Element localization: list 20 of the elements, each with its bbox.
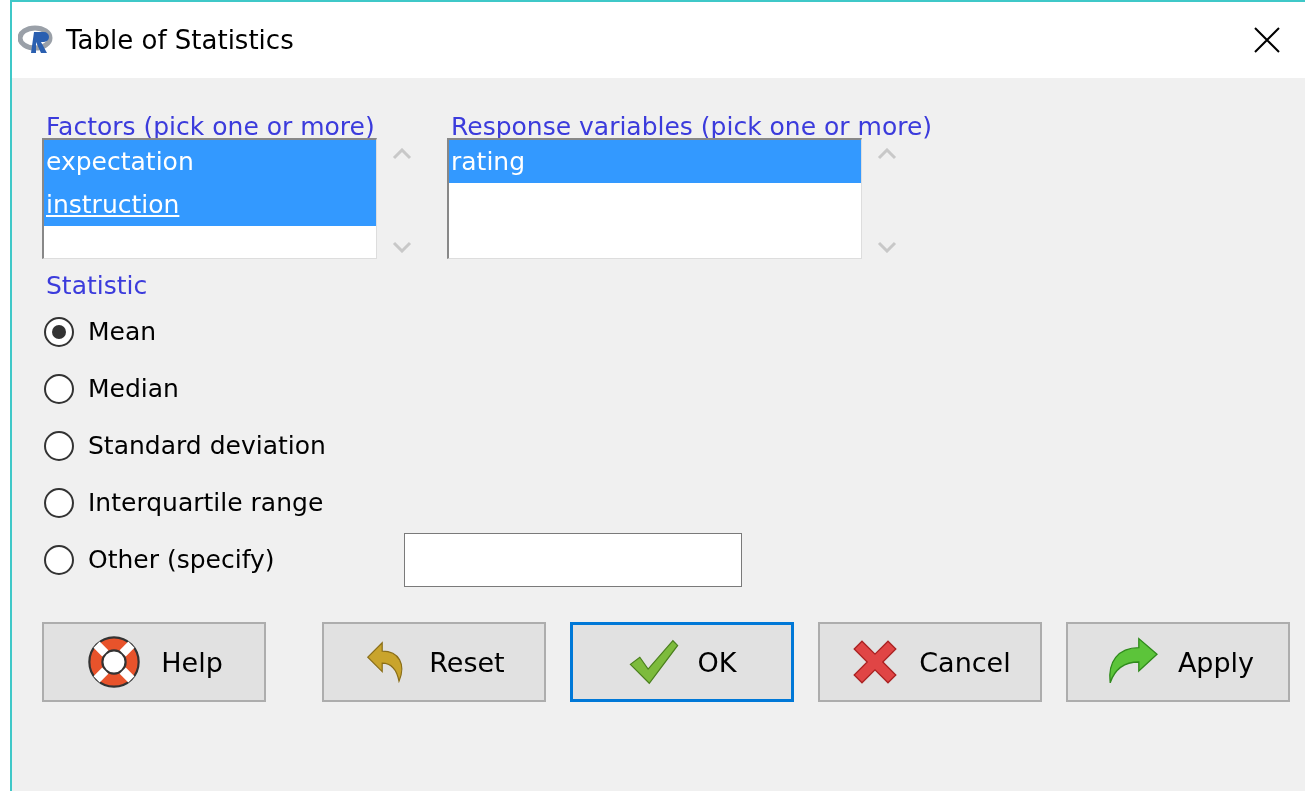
radio-button[interactable] [44, 487, 74, 518]
input-field[interactable] [404, 532, 742, 587]
group-label: Statistic [46, 270, 149, 302]
dialog-button[interactable]: Help [42, 622, 266, 702]
radio-label: Median [88, 374, 180, 403]
radio-label: Other (specify) [88, 545, 276, 574]
checkmark-icon [627, 638, 680, 686]
dialog-button[interactable]: Cancel [818, 622, 1042, 702]
close-icon [1253, 26, 1281, 54]
window-title: Table of Statistics [66, 25, 295, 55]
radio-label: Interquartile range [88, 488, 325, 517]
radio-button[interactable] [44, 373, 74, 404]
radio-button[interactable] [44, 316, 74, 347]
dialog-button[interactable]: Reset [322, 622, 546, 702]
dialog-button[interactable]: Apply [1066, 622, 1290, 702]
radio-button[interactable] [44, 544, 74, 575]
radio-label: Mean [88, 317, 158, 346]
dialog-button[interactable]: OK [570, 622, 794, 702]
radio-button[interactable] [44, 430, 74, 461]
radio-label: Standard deviation [88, 431, 327, 460]
